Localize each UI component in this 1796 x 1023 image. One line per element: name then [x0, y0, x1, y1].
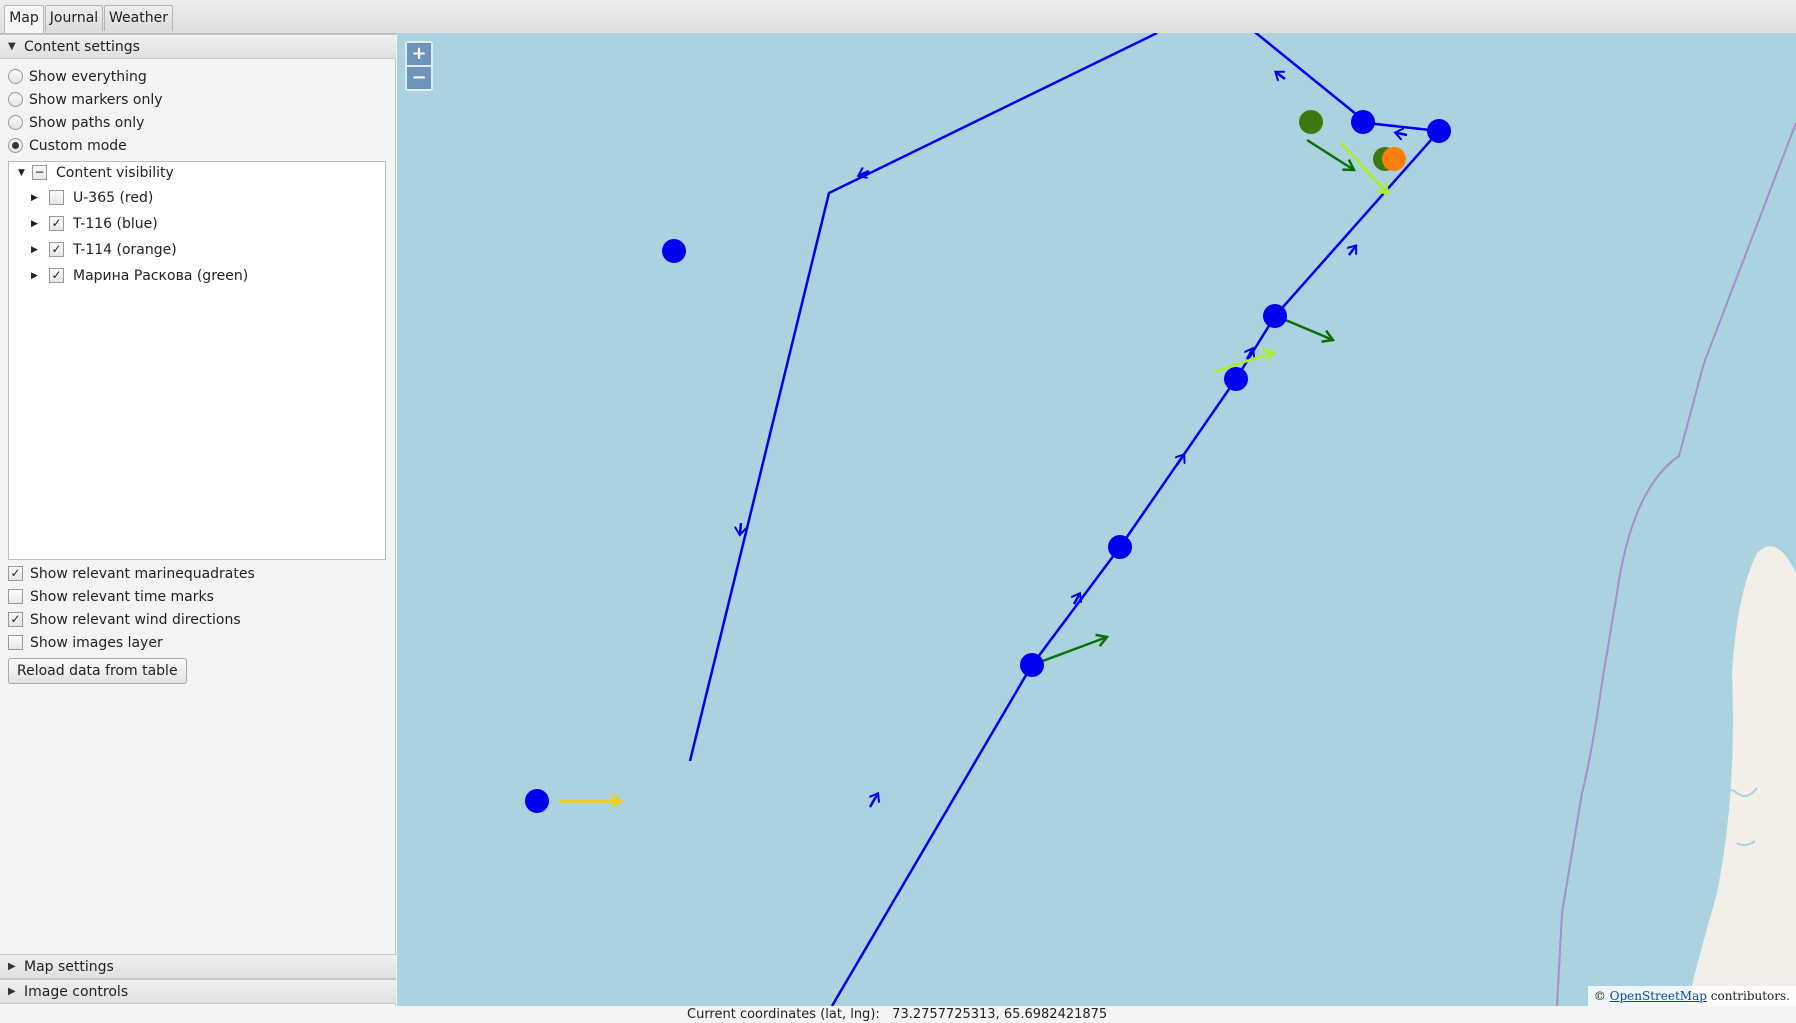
- wind-arrow-green: [1306, 138, 1354, 170]
- marker-t116[interactable]: [1351, 110, 1375, 134]
- path-t116-segment: [688, 33, 1158, 762]
- openstreetmap-link[interactable]: OpenStreetMap: [1610, 989, 1707, 1003]
- tree-root-label: Content visibility: [56, 165, 174, 181]
- zoom-in-button[interactable]: +: [407, 43, 431, 65]
- marker-t114[interactable]: [1382, 147, 1406, 171]
- path-arrow: [1177, 456, 1183, 466]
- marker-t116[interactable]: [525, 789, 549, 813]
- option-time-marks[interactable]: Show relevant time marks: [8, 587, 214, 607]
- check-icon[interactable]: ✓: [8, 565, 23, 581]
- content-settings-title: Content settings: [24, 39, 140, 55]
- tree-item-marina-raskova[interactable]: ▶ ✓ Марина Раскова (green): [31, 265, 248, 287]
- radio-icon[interactable]: [8, 114, 23, 130]
- marker-t116[interactable]: [1427, 119, 1451, 143]
- tab-bar: Map Journal Weather: [0, 0, 1796, 34]
- triangle-right-icon[interactable]: ▶: [31, 187, 43, 209]
- option-marinequadrates[interactable]: ✓ Show relevant marinequadrates: [8, 564, 255, 584]
- status-bar: Current coordinates (lat, lng): 73.27577…: [0, 1006, 1796, 1023]
- map-view[interactable]: + − © OpenStreetMap contributors.: [397, 33, 1796, 1006]
- image-controls-header[interactable]: ▶ Image controls: [0, 979, 396, 1004]
- triangle-down-icon[interactable]: ▼: [18, 162, 30, 184]
- map-canvas[interactable]: [397, 33, 1796, 1006]
- tab-journal[interactable]: Journal: [45, 5, 103, 31]
- path-t116-route: [830, 33, 1442, 1006]
- tree-item-t116[interactable]: ▶ ✓ T-116 (blue): [31, 213, 158, 235]
- mode-show-markers-only[interactable]: Show markers only: [8, 90, 163, 110]
- mode-label: Show markers only: [29, 92, 163, 108]
- zoom-control: + −: [405, 41, 433, 91]
- mode-label: Show everything: [29, 69, 147, 85]
- wind-arrow-lime: [1213, 352, 1274, 374]
- mode-label: Show paths only: [29, 115, 145, 131]
- path-arrow: [870, 795, 877, 808]
- triangle-right-icon[interactable]: ▶: [31, 213, 43, 235]
- land-area: [1687, 546, 1796, 1006]
- content-settings-header[interactable]: ▼ Content settings: [0, 34, 396, 59]
- tree-item-label: T-114 (orange): [73, 242, 177, 258]
- tree-item-label: T-116 (blue): [73, 216, 158, 232]
- mode-show-paths-only[interactable]: Show paths only: [8, 113, 144, 133]
- tree-item-label: U-365 (red): [73, 190, 154, 206]
- triangle-right-icon: ▶: [8, 986, 16, 997]
- marker-t116[interactable]: [1224, 367, 1248, 391]
- marker-t116[interactable]: [662, 239, 686, 263]
- map-attribution: © OpenStreetMap contributors.: [1587, 986, 1796, 1006]
- map-settings-header[interactable]: ▶ Map settings: [0, 954, 396, 979]
- option-images-layer[interactable]: Show images layer: [8, 633, 163, 653]
- marker-marina-raskova[interactable]: [1299, 110, 1323, 134]
- copyright-symbol: ©: [1593, 989, 1606, 1003]
- check-icon[interactable]: ✓: [49, 267, 64, 283]
- triangle-right-icon: ▶: [8, 961, 16, 972]
- marker-t116[interactable]: [1108, 535, 1132, 559]
- check-icon[interactable]: ✓: [8, 611, 23, 627]
- triangle-down-icon: ▼: [8, 41, 16, 52]
- path-arrow: [740, 522, 741, 533]
- marker-t116[interactable]: [1020, 653, 1044, 677]
- content-visibility-tree[interactable]: ▼ − Content visibility ▶ U-365 (red) ▶ ✓ T-11…: [8, 161, 386, 560]
- mode-show-everything[interactable]: Show everything: [8, 67, 147, 87]
- marker-t116[interactable]: [1263, 304, 1287, 328]
- checkbox-empty[interactable]: [8, 588, 23, 604]
- checkbox-empty[interactable]: [8, 634, 23, 650]
- check-icon[interactable]: ✓: [49, 215, 64, 231]
- option-label: Show relevant marinequadrates: [30, 566, 255, 582]
- coordinates-readout: Current coordinates (lat, lng): 73.27577…: [687, 1006, 1107, 1023]
- mode-label: Custom mode: [29, 138, 127, 154]
- option-label: Show relevant wind directions: [30, 612, 241, 628]
- tab-map[interactable]: Map: [4, 5, 44, 33]
- attribution-suffix: contributors.: [1710, 989, 1790, 1003]
- radio-icon[interactable]: [8, 68, 23, 84]
- coordinates-label: Current coordinates (lat, lng):: [687, 1007, 880, 1022]
- path-arrow: [1397, 133, 1408, 135]
- checkbox-empty[interactable]: [49, 189, 64, 205]
- coordinates-value: 73.2757725313, 65.6982421875: [892, 1007, 1108, 1022]
- triangle-right-icon[interactable]: ▶: [31, 239, 43, 261]
- tab-weather[interactable]: Weather: [104, 5, 173, 31]
- option-wind-directions[interactable]: ✓ Show relevant wind directions: [8, 610, 241, 630]
- tree-item-label: Марина Раскова (green): [73, 268, 249, 284]
- dash-icon[interactable]: −: [32, 164, 47, 180]
- image-controls-title: Image controls: [24, 984, 129, 1000]
- tree-root[interactable]: ▼ − Content visibility: [18, 162, 174, 184]
- path-arrow: [1349, 247, 1355, 256]
- check-icon[interactable]: ✓: [49, 241, 64, 257]
- radio-icon-selected[interactable]: [8, 137, 23, 153]
- zoom-out-button[interactable]: −: [407, 67, 431, 89]
- path-arrow: [1277, 73, 1286, 79]
- triangle-right-icon[interactable]: ▶: [31, 265, 43, 287]
- tree-item-u365[interactable]: ▶ U-365 (red): [31, 187, 153, 209]
- option-label: Show relevant time marks: [30, 589, 214, 605]
- map-settings-title: Map settings: [24, 959, 114, 975]
- mode-custom[interactable]: Custom mode: [8, 136, 127, 156]
- option-label: Show images layer: [30, 635, 163, 651]
- side-panel: ▼ Content settings Show everything Show …: [0, 34, 396, 1023]
- radio-icon[interactable]: [8, 91, 23, 107]
- tree-item-t114[interactable]: ▶ ✓ T-114 (orange): [31, 239, 177, 261]
- reload-data-button[interactable]: Reload data from table: [8, 658, 187, 684]
